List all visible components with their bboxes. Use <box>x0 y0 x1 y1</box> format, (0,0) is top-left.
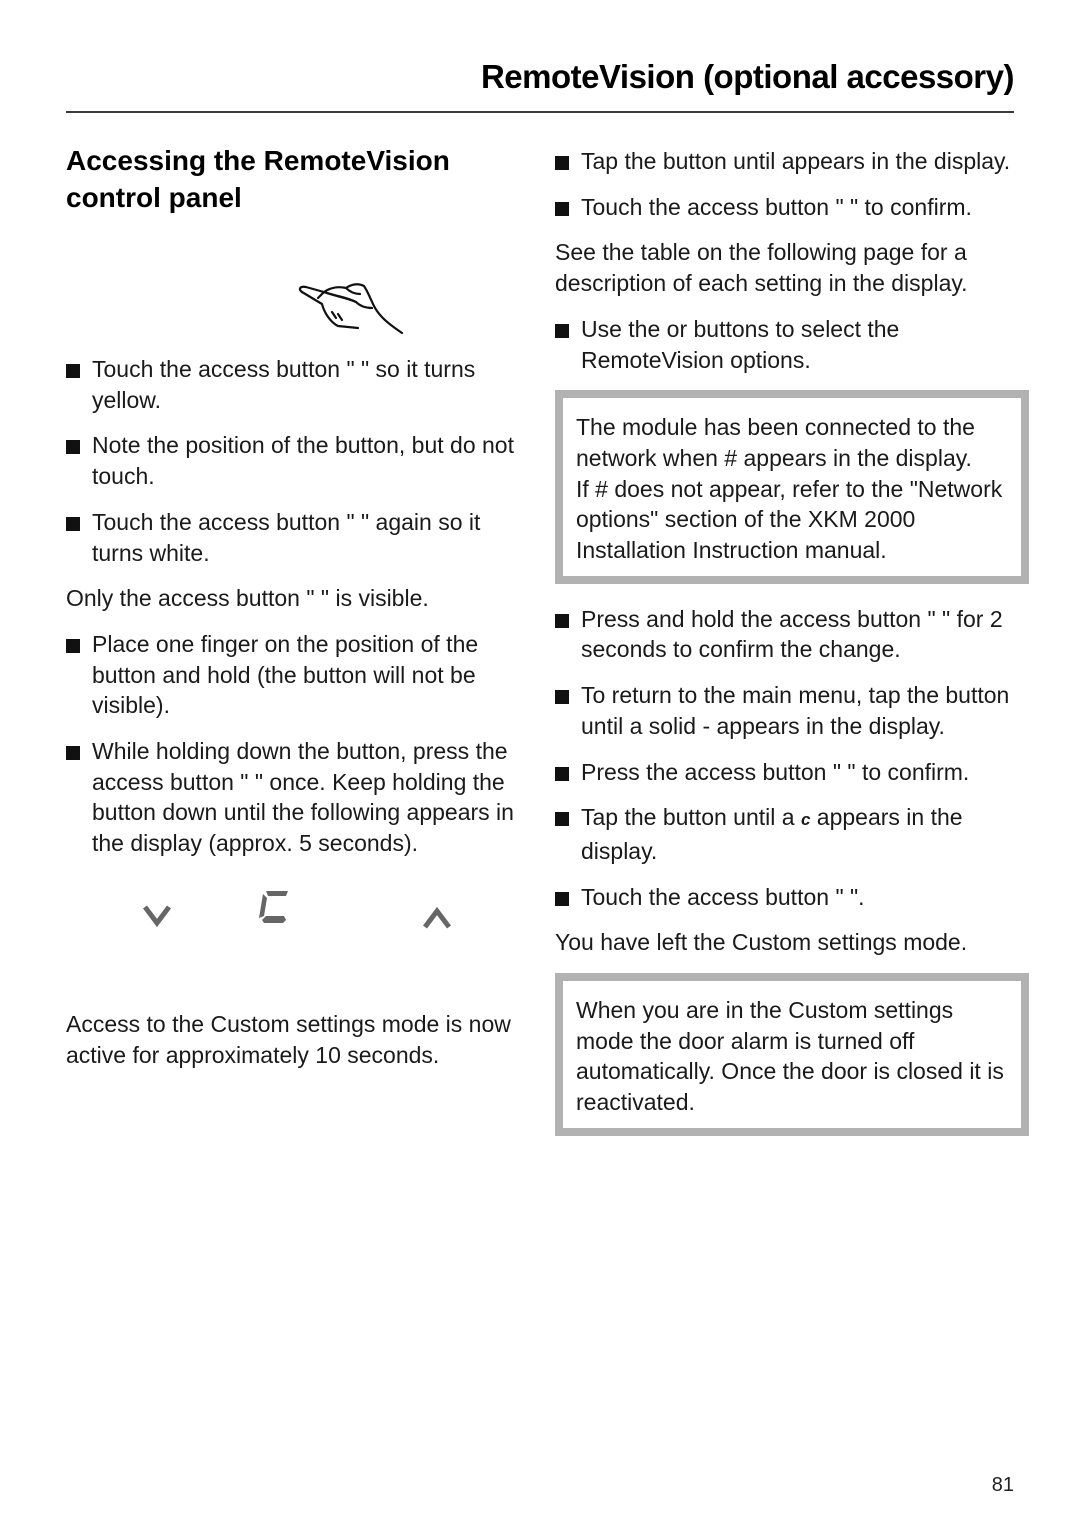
bullet-square-icon <box>555 201 569 216</box>
chevron-down-icon <box>143 905 171 928</box>
bullet-square-icon <box>555 891 569 906</box>
step-text: Place one finger on the position of the … <box>92 630 479 719</box>
step-use-buttons: Use the or buttons to select the RemoteV… <box>555 314 1015 375</box>
segment-c-icon <box>259 890 288 923</box>
step-touch-yellow: Touch the access button " " so it turns … <box>66 354 526 415</box>
right-column: Tap the button until appears in the disp… <box>555 146 1029 1156</box>
bullet-square-icon <box>66 746 80 761</box>
note-door-alarm-text: When you are in the Custom settings mode… <box>576 997 1004 1116</box>
step-touch-confirm: Touch the access button " " to confirm. <box>555 192 1015 223</box>
note-network-line2: If # does not appear, refer to the "Netw… <box>576 475 1003 564</box>
page-header: RemoteVision (optional accessory) <box>480 58 1015 95</box>
section-title-line2: control panel <box>66 182 242 213</box>
bullet-square-icon <box>555 613 569 628</box>
step-text-before: Tap the button until a <box>581 804 801 831</box>
bullet-square-icon <box>555 156 569 170</box>
info-see-table: See the table on the following page for … <box>555 239 968 297</box>
step-tap-until-appears: Tap the button until appears in the disp… <box>555 146 1015 177</box>
step-note-position: Note the position of the button, but do … <box>66 430 526 491</box>
bullet-square-icon <box>555 766 569 781</box>
left-column: Accessing the RemoteVision control panel… <box>66 142 526 1070</box>
section-title-line1: Accessing the RemoteVision <box>66 145 450 176</box>
section-title: Accessing the RemoteVision control panel <box>66 142 526 216</box>
step-place-finger: Place one finger on the position of the … <box>66 629 526 721</box>
page-number: 81 <box>991 1474 1014 1496</box>
step-tap-until-c: Tap the button until a c appears in the … <box>555 802 1015 866</box>
step-text: Touch the access button " " to confirm. <box>581 193 972 220</box>
segment-c-small-icon: c <box>800 810 811 830</box>
step-text: Touch the access button " ". <box>581 883 865 910</box>
left-steps: Touch the access button " " so it turns … <box>66 354 526 859</box>
closing-paragraph: Access to the Custom settings mode is no… <box>66 1010 511 1068</box>
bullet-square-icon <box>66 440 80 455</box>
step-press-hold-confirm: Press and hold the access button " " for… <box>555 604 1015 665</box>
bullet-square-icon <box>555 690 569 705</box>
step-text: Use the or buttons to select the RemoteV… <box>581 315 900 373</box>
step-touch-access: Touch the access button " ". <box>555 882 1015 913</box>
note-network: The module has been connected to the net… <box>555 390 1029 584</box>
step-touch-white: Touch the access button " " again so it … <box>66 507 526 568</box>
hand-touch-icon <box>298 283 404 335</box>
step-return-main-menu: To return to the main menu, tap the butt… <box>555 680 1015 741</box>
step-text: Tap the button until appears in the disp… <box>581 148 1011 174</box>
bullet-square-icon <box>555 812 569 827</box>
note-network-line1: The module has been connected to the net… <box>576 414 975 471</box>
step-press-confirm: Press the access button " " to confirm. <box>555 757 1015 788</box>
bullet-square-icon <box>555 323 569 338</box>
note-door-alarm: When you are in the Custom settings mode… <box>555 973 1029 1136</box>
info-only-access-visible: Only the access button " " is visible. <box>66 585 429 612</box>
step-text: Note the position of the button, but do … <box>92 432 514 490</box>
step-text: While holding down the button, press the… <box>92 738 514 857</box>
step-text: To return to the main menu, tap the butt… <box>581 682 1010 739</box>
step-text: Touch the access button " " again so it … <box>92 508 481 566</box>
header-divider <box>66 111 1014 113</box>
step-text: Press the access button " " to confirm. <box>581 758 970 785</box>
step-text: Touch the access button " " so it turns … <box>92 356 476 413</box>
step-hold-and-press: While holding down the button, press the… <box>66 736 526 859</box>
bullet-square-icon <box>66 364 80 378</box>
chevron-up-icon <box>423 906 451 929</box>
bullet-square-icon <box>66 516 80 531</box>
info-left-custom-mode: You have left the Custom settings mode. <box>555 929 968 956</box>
display-illustration <box>66 889 526 969</box>
bullet-square-icon <box>66 638 80 653</box>
step-text: Press and hold the access button " " for… <box>581 605 1003 663</box>
